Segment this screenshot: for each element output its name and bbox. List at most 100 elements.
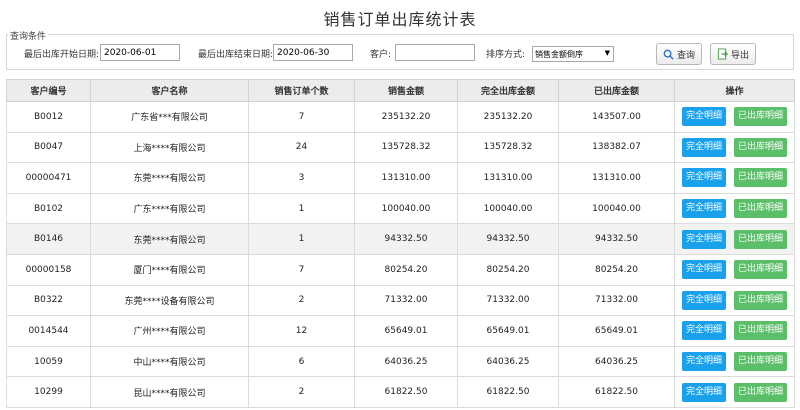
- customer-code: B0322: [6, 284, 91, 317]
- out-detail-button[interactable]: 已出库明细: [734, 260, 788, 280]
- full-detail-button[interactable]: 完全明细: [681, 107, 726, 127]
- col-header[interactable]: 销售订单个数: [248, 79, 355, 102]
- start-date-label: 最后出库开始日期:: [24, 50, 100, 60]
- full-out-amount: 71332.00: [457, 284, 559, 317]
- out-amount: 61822.50: [558, 376, 675, 408]
- order-count: 6: [248, 345, 355, 378]
- out-detail-button[interactable]: 已出库明细: [734, 321, 788, 341]
- col-header[interactable]: 客户编号: [6, 79, 91, 102]
- actions-cell: 完全明细 已出库明细: [674, 345, 795, 378]
- actions-cell: 完全明细 已出库明细: [674, 376, 795, 408]
- full-detail-button[interactable]: 完全明细: [681, 321, 726, 341]
- customer-code: B0047: [6, 131, 91, 164]
- full-detail-button[interactable]: 完全明细: [681, 352, 726, 372]
- table-row: B0322 东莞****设备有限公司 2 71332.00 71332.00 7…: [6, 284, 795, 317]
- stats-table: 客户编号 客户名称 销售订单个数 销售金额 完全出库金额 已出库金额 操作 B0…: [6, 79, 795, 408]
- sales-amount: 64036.25: [354, 345, 458, 378]
- customer-input[interactable]: [395, 44, 475, 61]
- customer-name: 厦门****有限公司: [90, 253, 249, 286]
- customer-code: B0102: [6, 192, 91, 225]
- full-out-amount: 235132.20: [457, 101, 559, 133]
- customer-name: 东莞****有限公司: [90, 223, 249, 255]
- table-header-row: 客户编号 客户名称 销售订单个数 销售金额 完全出库金额 已出库金额 操作: [6, 79, 795, 102]
- table-row: B0146 东莞****有限公司 1 94332.50 94332.50 943…: [6, 223, 795, 255]
- table-row: 0014544 广州****有限公司 12 65649.01 65649.01 …: [6, 315, 795, 347]
- full-out-amount: 135728.32: [457, 131, 559, 164]
- sales-amount: 135728.32: [354, 131, 458, 164]
- full-out-amount: 94332.50: [457, 223, 559, 255]
- out-detail-button[interactable]: 已出库明细: [734, 352, 788, 372]
- col-header[interactable]: 销售金额: [354, 79, 458, 102]
- table-row: 10059 中山****有限公司 6 64036.25 64036.25 640…: [6, 345, 795, 378]
- col-header[interactable]: 已出库金额: [558, 79, 675, 102]
- full-detail-button[interactable]: 完全明细: [681, 382, 726, 402]
- customer-code: 10299: [6, 376, 91, 408]
- out-amount: 138382.07: [558, 131, 675, 164]
- full-detail-button[interactable]: 完全明细: [681, 290, 726, 310]
- sort-select[interactable]: 销售金额倒序 ▼: [532, 46, 614, 62]
- full-detail-button[interactable]: 完全明细: [681, 229, 726, 249]
- customer-code: B0012: [6, 101, 91, 133]
- out-amount: 143507.00: [558, 101, 675, 133]
- out-detail-button[interactable]: 已出库明细: [734, 137, 788, 157]
- order-count: 2: [248, 284, 355, 317]
- export-button-label: 导出: [731, 50, 750, 61]
- col-header: 操作: [674, 79, 795, 102]
- order-count: 7: [248, 101, 355, 133]
- actions-cell: 完全明细 已出库明细: [674, 162, 795, 194]
- order-count: 7: [248, 253, 355, 286]
- order-count: 3: [248, 162, 355, 194]
- customer-code: 00000471: [6, 162, 91, 194]
- out-amount: 71332.00: [558, 284, 675, 317]
- sort-select-value: 销售金额倒序: [535, 49, 583, 59]
- full-detail-button[interactable]: 完全明细: [681, 260, 726, 280]
- table-row: B0012 广东省***有限公司 7 235132.20 235132.20 1…: [6, 101, 795, 133]
- out-detail-button[interactable]: 已出库明细: [734, 290, 788, 310]
- actions-cell: 完全明细 已出库明细: [674, 253, 795, 286]
- customer-name: 中山****有限公司: [90, 345, 249, 378]
- sort-label: 排序方式:: [486, 50, 526, 60]
- actions-cell: 完全明细 已出库明细: [674, 101, 795, 133]
- end-date-input[interactable]: [273, 44, 353, 61]
- search-button-label: 查询: [677, 50, 696, 61]
- customer-code: 10059: [6, 345, 91, 378]
- out-detail-button[interactable]: 已出库明细: [734, 382, 788, 402]
- sales-amount: 100040.00: [354, 192, 458, 225]
- export-icon: [717, 48, 728, 60]
- actions-cell: 完全明细 已出库明细: [674, 223, 795, 255]
- col-header[interactable]: 完全出库金额: [457, 79, 559, 102]
- customer-code: B0146: [6, 223, 91, 255]
- query-legend: 查询条件: [8, 29, 49, 42]
- chevron-down-icon: ▼: [604, 49, 610, 57]
- export-button[interactable]: 导出: [710, 43, 757, 65]
- order-count: 1: [248, 192, 355, 225]
- search-button[interactable]: 查询: [656, 43, 703, 65]
- out-detail-button[interactable]: 已出库明细: [734, 229, 788, 249]
- customer-name: 广东****有限公司: [90, 192, 249, 225]
- full-detail-button[interactable]: 完全明细: [681, 199, 726, 219]
- actions-cell: 完全明细 已出库明细: [674, 192, 795, 225]
- col-header[interactable]: 客户名称: [90, 79, 249, 102]
- start-date-input[interactable]: [100, 44, 180, 61]
- end-date-label: 最后出库结束日期:: [198, 50, 274, 60]
- customer-code: 00000158: [6, 253, 91, 286]
- customer-name: 广州****有限公司: [90, 315, 249, 347]
- customer-name: 昆山****有限公司: [90, 376, 249, 408]
- full-detail-button[interactable]: 完全明细: [681, 137, 726, 157]
- customer-label: 客户:: [370, 50, 392, 60]
- table-row: 00000158 厦门****有限公司 7 80254.20 80254.20 …: [6, 253, 795, 286]
- out-detail-button[interactable]: 已出库明细: [734, 199, 788, 219]
- sales-amount: 71332.00: [354, 284, 458, 317]
- search-icon: [663, 49, 674, 60]
- out-detail-button[interactable]: 已出库明细: [734, 107, 788, 127]
- out-amount: 94332.50: [558, 223, 675, 255]
- full-detail-button[interactable]: 完全明细: [681, 168, 726, 188]
- sales-amount: 61822.50: [354, 376, 458, 408]
- out-amount: 100040.00: [558, 192, 675, 225]
- out-detail-button[interactable]: 已出库明细: [734, 168, 788, 188]
- out-amount: 65649.01: [558, 315, 675, 347]
- customer-code: 0014544: [6, 315, 91, 347]
- full-out-amount: 61822.50: [457, 376, 559, 408]
- full-out-amount: 131310.00: [457, 162, 559, 194]
- order-count: 1: [248, 223, 355, 255]
